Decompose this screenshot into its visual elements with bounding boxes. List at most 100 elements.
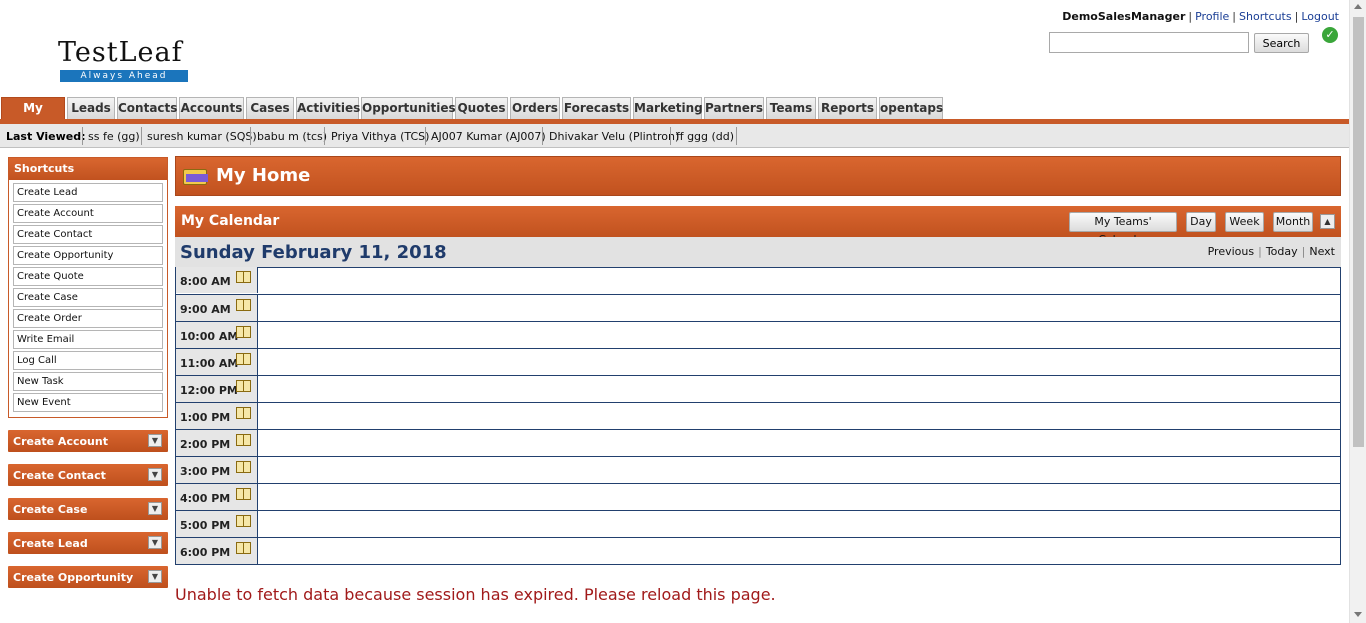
collapse-icon[interactable]: ▲ — [1320, 214, 1335, 229]
calendar-hour-row[interactable]: 5:00 PM — [176, 510, 1340, 537]
page-scrollbar[interactable] — [1349, 0, 1366, 623]
last-viewed-item[interactable]: Priya Vithya (TCS) — [331, 130, 429, 143]
calendar-hour-row[interactable]: 1:00 PM — [176, 402, 1340, 429]
calendar-hour-row[interactable]: 4:00 PM — [176, 483, 1340, 510]
calendar-hour-row[interactable]: 11:00 AM — [176, 348, 1340, 375]
tab-teams[interactable]: Teams — [766, 97, 816, 119]
shortcut-new-task[interactable]: New Task — [13, 372, 163, 391]
add-event-book-icon[interactable] — [236, 380, 251, 392]
tab-forecasts[interactable]: Forecasts — [562, 97, 631, 119]
add-event-book-icon[interactable] — [236, 434, 251, 446]
chevron-down-icon[interactable]: ▼ — [148, 468, 162, 481]
side-box-create-lead[interactable]: Create Lead ▼ — [8, 532, 168, 554]
shortcut-log-call[interactable]: Log Call — [13, 351, 163, 370]
calendar-hour-label: 6:00 PM — [176, 538, 258, 564]
tab-cases[interactable]: Cases — [246, 97, 294, 119]
logout-link[interactable]: Logout — [1301, 10, 1339, 23]
calendar-hour-row[interactable]: 2:00 PM — [176, 429, 1340, 456]
shortcut-create-contact[interactable]: Create Contact — [13, 225, 163, 244]
search-input[interactable] — [1049, 32, 1249, 53]
tab-my-home[interactable]: My Home — [1, 97, 65, 136]
scroll-up-arrow-icon[interactable] — [1354, 4, 1362, 9]
session-error-message: Unable to fetch data because session has… — [175, 585, 776, 604]
tab-marketing[interactable]: Marketing — [633, 97, 703, 119]
tab-activities[interactable]: Activities — [296, 97, 360, 119]
next-link[interactable]: Next — [1309, 245, 1335, 258]
shortcuts-title: Shortcuts — [9, 158, 167, 180]
tab-opentaps[interactable]: opentaps — [879, 97, 943, 119]
day-view-button[interactable]: Day — [1186, 212, 1216, 232]
tab-accounts[interactable]: Accounts — [179, 97, 244, 119]
add-event-book-icon[interactable] — [236, 326, 251, 338]
add-event-book-icon[interactable] — [236, 271, 251, 283]
calendar-hour-label: 2:00 PM — [176, 430, 258, 456]
side-box-label: Create Case — [13, 503, 88, 516]
calendar-hour-row[interactable]: 12:00 PM — [176, 375, 1340, 402]
tab-opportunities[interactable]: Opportunities — [361, 97, 456, 119]
previous-link[interactable]: Previous — [1208, 245, 1255, 258]
last-viewed-label: Last Viewed: — [6, 130, 86, 143]
shortcut-new-event[interactable]: New Event — [13, 393, 163, 412]
tab-leads[interactable]: Leads — [67, 97, 115, 119]
calendar-title: My Calendar — [181, 213, 280, 229]
tab-partners[interactable]: Partners — [704, 97, 764, 119]
today-link[interactable]: Today — [1266, 245, 1298, 258]
week-view-button[interactable]: Week — [1225, 212, 1264, 232]
tab-contacts[interactable]: Contacts — [117, 97, 177, 119]
chevron-down-icon[interactable]: ▼ — [148, 502, 162, 515]
tab-orders[interactable]: Orders — [510, 97, 560, 119]
add-event-book-icon[interactable] — [236, 353, 251, 365]
add-event-book-icon[interactable] — [236, 461, 251, 473]
shortcut-write-email[interactable]: Write Email — [13, 330, 163, 349]
shortcut-create-opportunity[interactable]: Create Opportunity — [13, 246, 163, 265]
calendar-hour-row[interactable]: 9:00 AM — [176, 294, 1340, 321]
shortcut-create-order[interactable]: Create Order — [13, 309, 163, 328]
username: DemoSalesManager — [1062, 10, 1186, 23]
scroll-down-arrow-icon[interactable] — [1354, 612, 1362, 617]
add-event-book-icon[interactable] — [236, 542, 251, 554]
calendar-hour-label: 3:00 PM — [176, 457, 258, 483]
folder-icon — [183, 169, 208, 185]
side-box-label: Create Account — [13, 435, 108, 448]
scroll-thumb[interactable] — [1353, 17, 1364, 447]
shortcuts-link[interactable]: Shortcuts — [1239, 10, 1292, 23]
chevron-down-icon[interactable]: ▼ — [148, 570, 162, 583]
last-viewed-item[interactable]: suresh kumar (SQS) — [147, 130, 257, 143]
add-event-book-icon[interactable] — [236, 488, 251, 500]
profile-link[interactable]: Profile — [1195, 10, 1229, 23]
side-box-create-contact[interactable]: Create Contact ▼ — [8, 464, 168, 486]
shortcut-create-case[interactable]: Create Case — [13, 288, 163, 307]
calendar-date: Sunday February 11, 2018 — [180, 242, 447, 263]
calendar-nav: Previous | Today | Next — [1207, 245, 1335, 258]
last-viewed-item[interactable]: AJ007 Kumar (AJ007) — [431, 130, 546, 143]
calendar-hour-label: 4:00 PM — [176, 484, 258, 510]
month-view-button[interactable]: Month — [1273, 212, 1313, 232]
calendar-hour-row[interactable]: 6:00 PM — [176, 537, 1340, 564]
last-viewed-item[interactable]: Dhivakar Velu (Plintron) — [549, 130, 679, 143]
side-box-create-opportunity[interactable]: Create Opportunity ▼ — [8, 566, 168, 588]
shortcut-create-quote[interactable]: Create Quote — [13, 267, 163, 286]
calendar-header: My Calendar My Teams' Calendar Day Week … — [175, 206, 1341, 246]
add-event-book-icon[interactable] — [236, 299, 251, 311]
teams-calendar-button[interactable]: My Teams' Calendar — [1069, 212, 1177, 246]
calendar-hour-row[interactable]: 10:00 AM — [176, 321, 1340, 348]
shortcut-create-lead[interactable]: Create Lead — [13, 183, 163, 202]
shortcut-create-account[interactable]: Create Account — [13, 204, 163, 223]
tab-quotes[interactable]: Quotes — [455, 97, 508, 119]
search-button[interactable]: Search — [1254, 33, 1309, 53]
add-event-book-icon[interactable] — [236, 407, 251, 419]
last-viewed-item[interactable]: ff ggg (dd) — [676, 130, 734, 143]
calendar-hour-row[interactable]: 8:00 AM — [176, 267, 1340, 294]
side-box-create-case[interactable]: Create Case ▼ — [8, 498, 168, 520]
hour-text: 2:00 PM — [180, 438, 231, 451]
chevron-down-icon[interactable]: ▼ — [148, 434, 162, 447]
hour-text: 10:00 AM — [180, 330, 239, 343]
calendar-hour-row[interactable]: 3:00 PM — [176, 456, 1340, 483]
last-viewed-item[interactable]: babu m (tcs) — [257, 130, 327, 143]
tab-reports[interactable]: Reports — [818, 97, 877, 119]
last-viewed-item[interactable]: ss fe (gg) — [88, 130, 140, 143]
side-box-create-account[interactable]: Create Account ▼ — [8, 430, 168, 452]
hour-text: 9:00 AM — [180, 303, 231, 316]
add-event-book-icon[interactable] — [236, 515, 251, 527]
chevron-down-icon[interactable]: ▼ — [148, 536, 162, 549]
